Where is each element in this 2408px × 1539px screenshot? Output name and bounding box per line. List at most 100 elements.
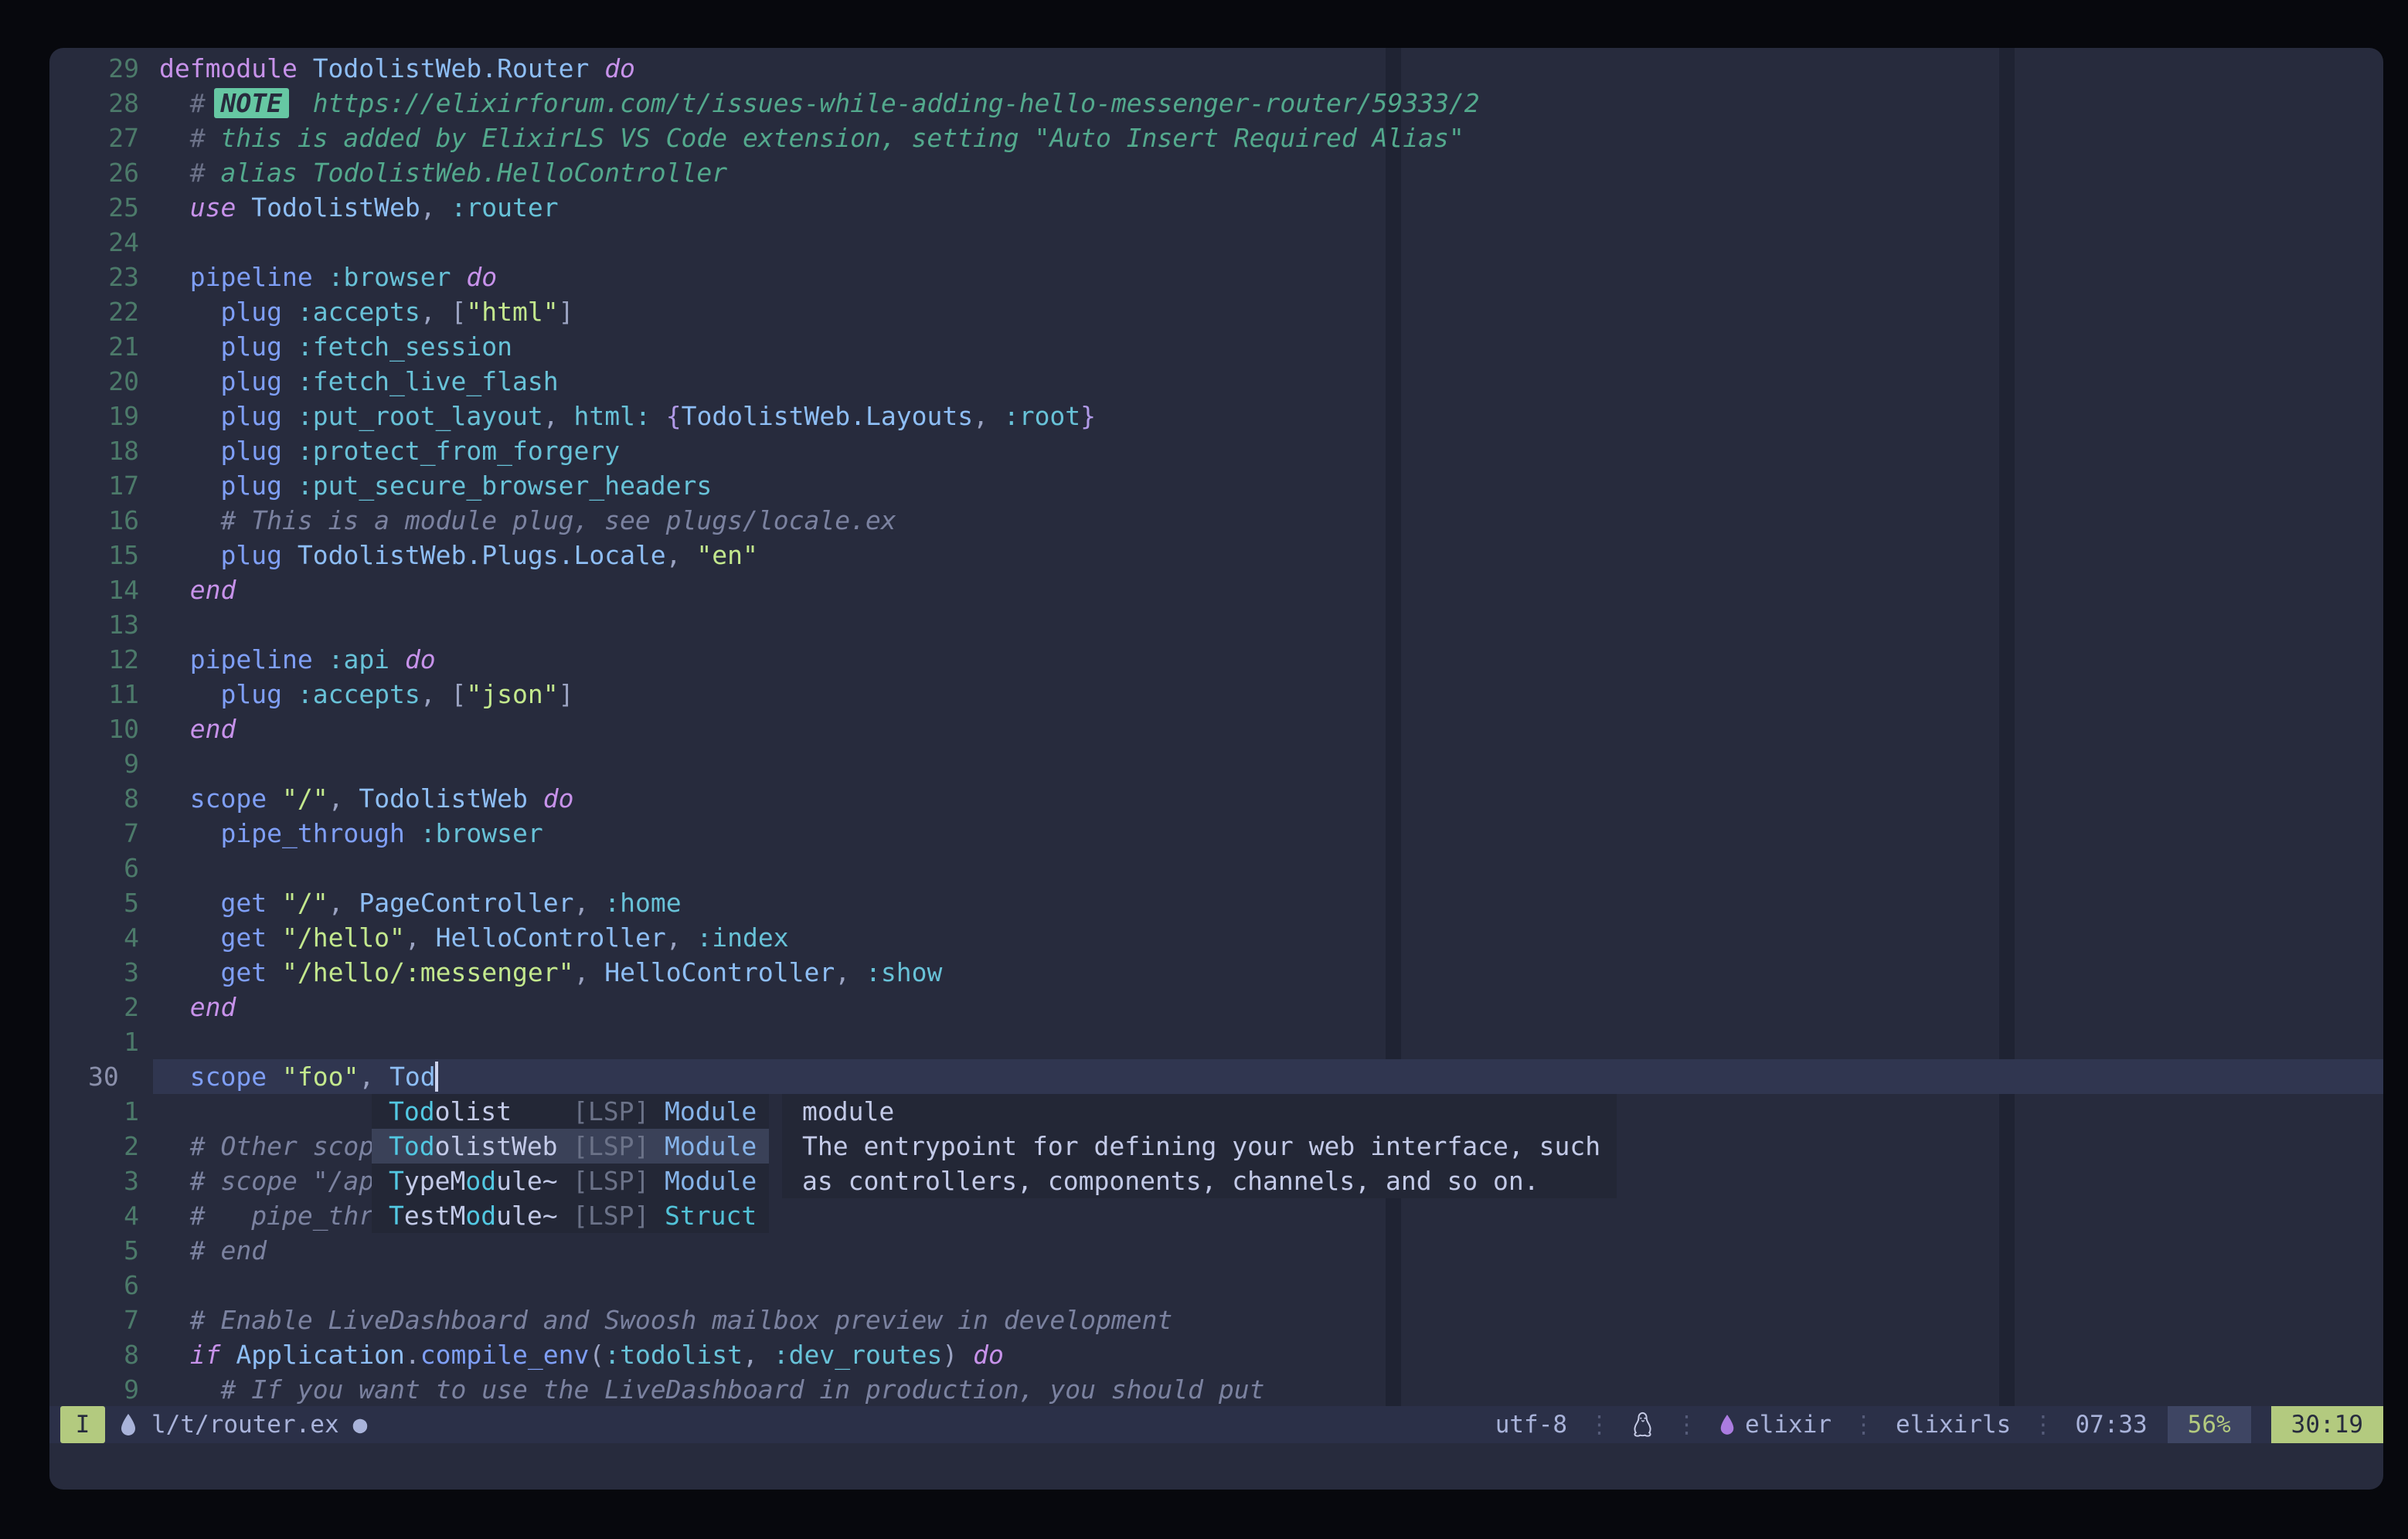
doc-line: The entrypoint for defining your web int… bbox=[782, 1129, 1617, 1164]
line-number[interactable]: 1 bbox=[77, 1024, 139, 1059]
line-number[interactable]: 15 bbox=[77, 538, 139, 572]
line-number[interactable]: 27 bbox=[77, 121, 139, 155]
code-line[interactable]: 22 plug :accepts, ["html"] bbox=[49, 294, 2383, 329]
line-number[interactable]: 17 bbox=[77, 468, 139, 503]
code-line[interactable]: 16 # This is a module plug, see plugs/lo… bbox=[49, 503, 2383, 538]
completion-item[interactable]: Todolist[LSP]Module bbox=[372, 1094, 769, 1129]
line-number[interactable]: 2 bbox=[77, 1129, 139, 1164]
line-number[interactable]: 8 bbox=[77, 1337, 139, 1372]
code-line[interactable]: 5 # end bbox=[49, 1233, 2383, 1268]
code-line[interactable]: 4 get "/hello", HelloController, :index bbox=[49, 920, 2383, 955]
code-line[interactable]: 18 plug :protect_from_forgery bbox=[49, 433, 2383, 468]
line-number[interactable]: 23 bbox=[77, 260, 139, 294]
code-line[interactable]: 7 # Enable LiveDashboard and Swoosh mail… bbox=[49, 1303, 2383, 1337]
code-text: plug :accepts, ["html"] bbox=[159, 294, 574, 329]
line-number[interactable]: 5 bbox=[77, 885, 139, 920]
line-number[interactable]: 1 bbox=[77, 1094, 139, 1129]
code-text: get "/hello/:messenger", HelloController… bbox=[159, 955, 942, 990]
code-line[interactable]: 8 scope "/", TodolistWeb do bbox=[49, 781, 2383, 816]
code-line[interactable]: 2 end bbox=[49, 990, 2383, 1024]
code-line[interactable]: 15 plug TodolistWeb.Plugs.Locale, "en" bbox=[49, 538, 2383, 572]
line-number[interactable]: 24 bbox=[77, 225, 139, 260]
completion-item[interactable]: TestModule~[LSP]Struct bbox=[372, 1198, 769, 1233]
code-line[interactable]: 19 plug :put_root_layout, html: {Todolis… bbox=[49, 399, 2383, 433]
code-line[interactable]: 25 use TodolistWeb, :router bbox=[49, 190, 2383, 225]
code-line[interactable]: 17 plug :put_secure_browser_headers bbox=[49, 468, 2383, 503]
completion-kind: Module bbox=[665, 1166, 757, 1196]
line-number[interactable]: 5 bbox=[77, 1233, 139, 1268]
completion-item-name: TodolistWeb bbox=[389, 1129, 573, 1164]
code-line[interactable]: 7 pipe_through :browser bbox=[49, 816, 2383, 851]
code-line[interactable]: 21 plug :fetch_session bbox=[49, 329, 2383, 364]
code-line[interactable]: 12 pipeline :api do bbox=[49, 642, 2383, 677]
completion-item-name: TestModule~ bbox=[389, 1198, 573, 1233]
line-number[interactable]: 6 bbox=[77, 851, 139, 885]
linux-penguin-icon bbox=[1631, 1412, 1655, 1438]
line-number[interactable]: 13 bbox=[77, 607, 139, 642]
note-badge: NOTE bbox=[214, 88, 289, 118]
line-number[interactable]: 30 bbox=[77, 1059, 150, 1094]
code-line[interactable]: 3 get "/hello/:messenger", HelloControll… bbox=[49, 955, 2383, 990]
line-number[interactable]: 9 bbox=[77, 1372, 139, 1407]
line-number[interactable]: 19 bbox=[77, 399, 139, 433]
line-number[interactable]: 16 bbox=[77, 503, 139, 538]
line-number[interactable]: 20 bbox=[77, 364, 139, 399]
completion-item[interactable]: TodolistWeb[LSP]Module bbox=[372, 1129, 769, 1164]
line-number[interactable]: 7 bbox=[77, 816, 139, 851]
code-text: # alias TodolistWeb.HelloController bbox=[159, 155, 727, 190]
code-line[interactable]: 28 # NOTE https://elixirforum.com/t/issu… bbox=[49, 86, 2383, 121]
separator: ⋮ bbox=[1587, 1411, 1611, 1439]
line-number[interactable]: 29 bbox=[77, 51, 139, 86]
line-number[interactable]: 2 bbox=[77, 990, 139, 1024]
separator: ⋮ bbox=[1852, 1411, 1876, 1439]
lsp-server-label: elixirls bbox=[1896, 1411, 2011, 1439]
line-number[interactable]: 22 bbox=[77, 294, 139, 329]
code-line[interactable]: 6 bbox=[49, 851, 2383, 885]
code-line[interactable]: 10 end bbox=[49, 712, 2383, 746]
status-bar: I l/t/router.ex ● utf-8 ⋮ bbox=[49, 1406, 2383, 1443]
line-number[interactable]: 8 bbox=[77, 781, 139, 816]
line-number[interactable]: 9 bbox=[77, 746, 139, 781]
code-line[interactable]: 9 bbox=[49, 746, 2383, 781]
line-number[interactable]: 11 bbox=[77, 677, 139, 712]
code-text: scope "/", TodolistWeb do bbox=[159, 781, 574, 816]
code-line[interactable]: 26 # alias TodolistWeb.HelloController bbox=[49, 155, 2383, 190]
line-number[interactable]: 28 bbox=[77, 86, 139, 121]
doc-line: module bbox=[782, 1094, 1617, 1129]
line-number[interactable]: 14 bbox=[77, 572, 139, 607]
line-number[interactable]: 6 bbox=[77, 1268, 139, 1303]
code-line[interactable]: 5 get "/", PageController, :home bbox=[49, 885, 2383, 920]
encoding-label: utf-8 bbox=[1495, 1411, 1567, 1439]
code-line[interactable]: 11 plug :accepts, ["json"] bbox=[49, 677, 2383, 712]
separator: ⋮ bbox=[2031, 1411, 2055, 1439]
line-number[interactable]: 4 bbox=[77, 1198, 139, 1233]
code-line[interactable]: 20 plug :fetch_live_flash bbox=[49, 364, 2383, 399]
code-line[interactable]: 30 scope "foo", Tod bbox=[49, 1059, 2383, 1094]
completion-item[interactable]: TypeModule~[LSP]Module bbox=[372, 1164, 769, 1198]
code-text: plug :put_secure_browser_headers bbox=[159, 468, 712, 503]
code-text: scope "foo", Tod bbox=[159, 1059, 436, 1094]
code-line[interactable]: 14 end bbox=[49, 572, 2383, 607]
code-line[interactable]: 27 # this is added by ElixirLS VS Code e… bbox=[49, 121, 2383, 155]
line-number[interactable]: 21 bbox=[77, 329, 139, 364]
line-number[interactable]: 4 bbox=[77, 920, 139, 955]
code-line[interactable]: 24 bbox=[49, 225, 2383, 260]
line-number[interactable]: 7 bbox=[77, 1303, 139, 1337]
line-number[interactable]: 25 bbox=[77, 190, 139, 225]
code-text: # If you want to use the LiveDashboard i… bbox=[159, 1372, 1265, 1407]
line-number[interactable]: 26 bbox=[77, 155, 139, 190]
code-line[interactable]: 6 bbox=[49, 1268, 2383, 1303]
clock-time: 07:33 bbox=[2075, 1411, 2147, 1439]
code-line[interactable]: 9 # If you want to use the LiveDashboard… bbox=[49, 1372, 2383, 1407]
code-text: get "/", PageController, :home bbox=[159, 885, 682, 920]
code-line[interactable]: 8 if Application.compile_env(:todolist, … bbox=[49, 1337, 2383, 1372]
code-line[interactable]: 13 bbox=[49, 607, 2383, 642]
line-number[interactable]: 3 bbox=[77, 1164, 139, 1198]
code-line[interactable]: 1 bbox=[49, 1024, 2383, 1059]
line-number[interactable]: 12 bbox=[77, 642, 139, 677]
code-line[interactable]: 29defmodule TodolistWeb.Router do bbox=[49, 51, 2383, 86]
code-line[interactable]: 23 pipeline :browser do bbox=[49, 260, 2383, 294]
line-number[interactable]: 18 bbox=[77, 433, 139, 468]
line-number[interactable]: 3 bbox=[77, 955, 139, 990]
line-number[interactable]: 10 bbox=[77, 712, 139, 746]
